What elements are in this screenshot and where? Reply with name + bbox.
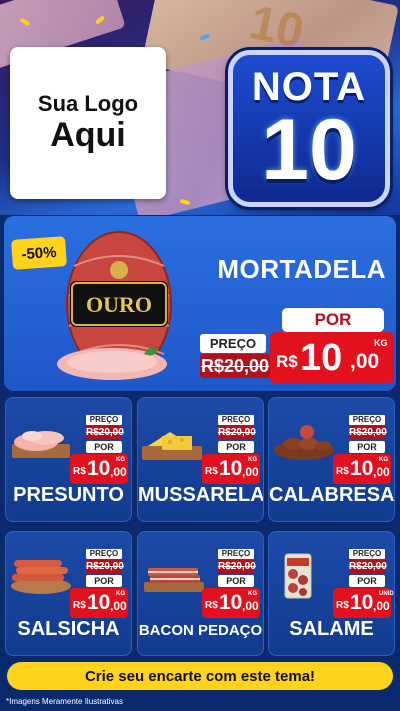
- old-price: R$20,00: [349, 426, 387, 439]
- price-decimal: ,00: [350, 350, 380, 373]
- nota-10-badge: NOTA 10: [228, 50, 390, 207]
- featured-product-card[interactable]: OURO -50% MORTADELA PREÇO R$20,00 POR R$…: [4, 216, 396, 391]
- price-unit: KG: [248, 591, 257, 597]
- price-unit: UNID: [379, 591, 394, 597]
- preco-label: PREÇO: [349, 549, 385, 559]
- preco-label: PREÇO: [86, 549, 122, 559]
- product-card-bacon[interactable]: PREÇO R$20,00 POR R$ 10 ,00 KG BACON PED…: [137, 531, 264, 656]
- price-integer: 10: [219, 457, 243, 480]
- por-label: POR: [86, 575, 122, 587]
- price-unit: KG: [379, 457, 388, 463]
- product-card-calabresa[interactable]: PREÇO R$20,00 POR R$ 10 ,00 KG CALABRESA: [268, 397, 395, 522]
- current-price-tag: R$ 10 ,00 KG: [70, 588, 128, 618]
- cheese-icon: [142, 432, 202, 460]
- old-price-tag: PREÇO R$20,00: [200, 334, 270, 378]
- price-integer: 10: [300, 337, 343, 379]
- price-currency: R$: [276, 352, 298, 371]
- create-flyer-button[interactable]: Crie seu encarte com este tema!: [7, 662, 393, 690]
- old-price: R$20,00: [349, 560, 387, 573]
- current-price-tag: R$ 10 ,00 KG: [70, 454, 128, 484]
- por-label: POR: [218, 575, 254, 587]
- current-price-tag: R$ 10 ,00 KG: [270, 332, 394, 384]
- current-price-tag: R$ 10 ,00 UNID: [333, 588, 394, 618]
- price-decimal: ,00: [110, 465, 127, 479]
- logo-placeholder[interactable]: Sua Logo Aqui: [10, 47, 166, 199]
- preco-label: PREÇO: [218, 549, 254, 559]
- package-brand-text: OURO: [86, 292, 152, 317]
- preco-label: PREÇO: [200, 334, 266, 353]
- price-currency: R$: [205, 600, 218, 611]
- price-integer: 10: [219, 591, 243, 614]
- badge-number: 10: [261, 102, 357, 198]
- bacon-icon: [144, 568, 204, 592]
- product-name: PRESUNTO: [13, 484, 124, 506]
- old-price: R$20,00: [200, 354, 270, 378]
- old-price: R$20,00: [218, 560, 256, 573]
- price-unit: KG: [116, 457, 125, 463]
- price-currency: R$: [336, 466, 349, 477]
- salami-pack-icon: [284, 553, 312, 599]
- old-price: R$20,00: [218, 426, 256, 439]
- preco-label: PREÇO: [218, 415, 254, 425]
- current-price-tag: R$ 10 ,00 KG: [202, 588, 260, 618]
- price-decimal: ,00: [373, 599, 390, 613]
- ham-slices-icon: [12, 431, 70, 458]
- price-integer: 10: [350, 457, 374, 480]
- price-integer: 10: [350, 591, 374, 614]
- product-card-mussarela[interactable]: PREÇO R$20,00 POR R$ 10 ,00 KG MUSSARELA: [137, 397, 264, 522]
- preco-label: PREÇO: [86, 415, 122, 425]
- hotdog-sausage-icon: [11, 560, 71, 594]
- product-card-presunto[interactable]: PREÇO R$20,00 POR R$ 10 ,00 KG PRESUNTO: [5, 397, 132, 522]
- price-integer: 10: [87, 591, 111, 614]
- product-name: SALSICHA: [17, 618, 120, 640]
- por-label: POR: [218, 441, 254, 453]
- product-name: BACON PEDAÇO: [138, 622, 263, 639]
- old-price: R$20,00: [86, 560, 124, 573]
- product-name: MUSSARELA: [138, 484, 264, 506]
- price-decimal: ,00: [242, 465, 259, 479]
- logo-text-line2: Aqui: [50, 116, 126, 155]
- price-unit: KG: [116, 591, 125, 597]
- price-integer: 10: [87, 457, 111, 480]
- product-name: CALABRESA: [269, 484, 395, 506]
- preco-label: PREÇO: [349, 415, 385, 425]
- price-decimal: ,00: [373, 465, 390, 479]
- product-card-salame[interactable]: PREÇO R$20,00 POR R$ 10 ,00 UNID SALAME: [268, 531, 395, 656]
- current-price-tag: R$ 10 ,00 KG: [202, 454, 260, 484]
- price-decimal: ,00: [242, 599, 259, 613]
- por-label: POR: [86, 441, 122, 453]
- por-label: POR: [349, 441, 385, 453]
- logo-text-line1: Sua Logo: [37, 91, 139, 117]
- price-unit: KG: [248, 457, 257, 463]
- price-currency: R$: [73, 600, 86, 611]
- product-name: SALAME: [289, 618, 374, 640]
- por-label: POR: [349, 575, 385, 587]
- old-price: R$20,00: [86, 426, 124, 439]
- current-price-tag: R$ 10 ,00 KG: [333, 454, 391, 484]
- header-banner: 10 Sua Logo Aqui NOTA 10: [0, 0, 400, 215]
- product-title: MORTADELA: [217, 254, 386, 284]
- price-currency: R$: [336, 600, 349, 611]
- price-currency: R$: [73, 466, 86, 477]
- product-card-salsicha[interactable]: PREÇO R$20,00 POR R$ 10 ,00 KG SALSICHA: [5, 531, 132, 656]
- por-label: POR: [282, 308, 384, 332]
- mortadela-icon: OURO: [57, 231, 172, 380]
- discount-badge: -50%: [11, 236, 67, 270]
- disclaimer-text: *Imagens Meramente Ilustrativas: [6, 697, 123, 706]
- price-currency: R$: [205, 466, 218, 477]
- price-decimal: ,00: [110, 599, 127, 613]
- price-unit: KG: [374, 338, 388, 348]
- sausage-ring-icon: [274, 425, 334, 460]
